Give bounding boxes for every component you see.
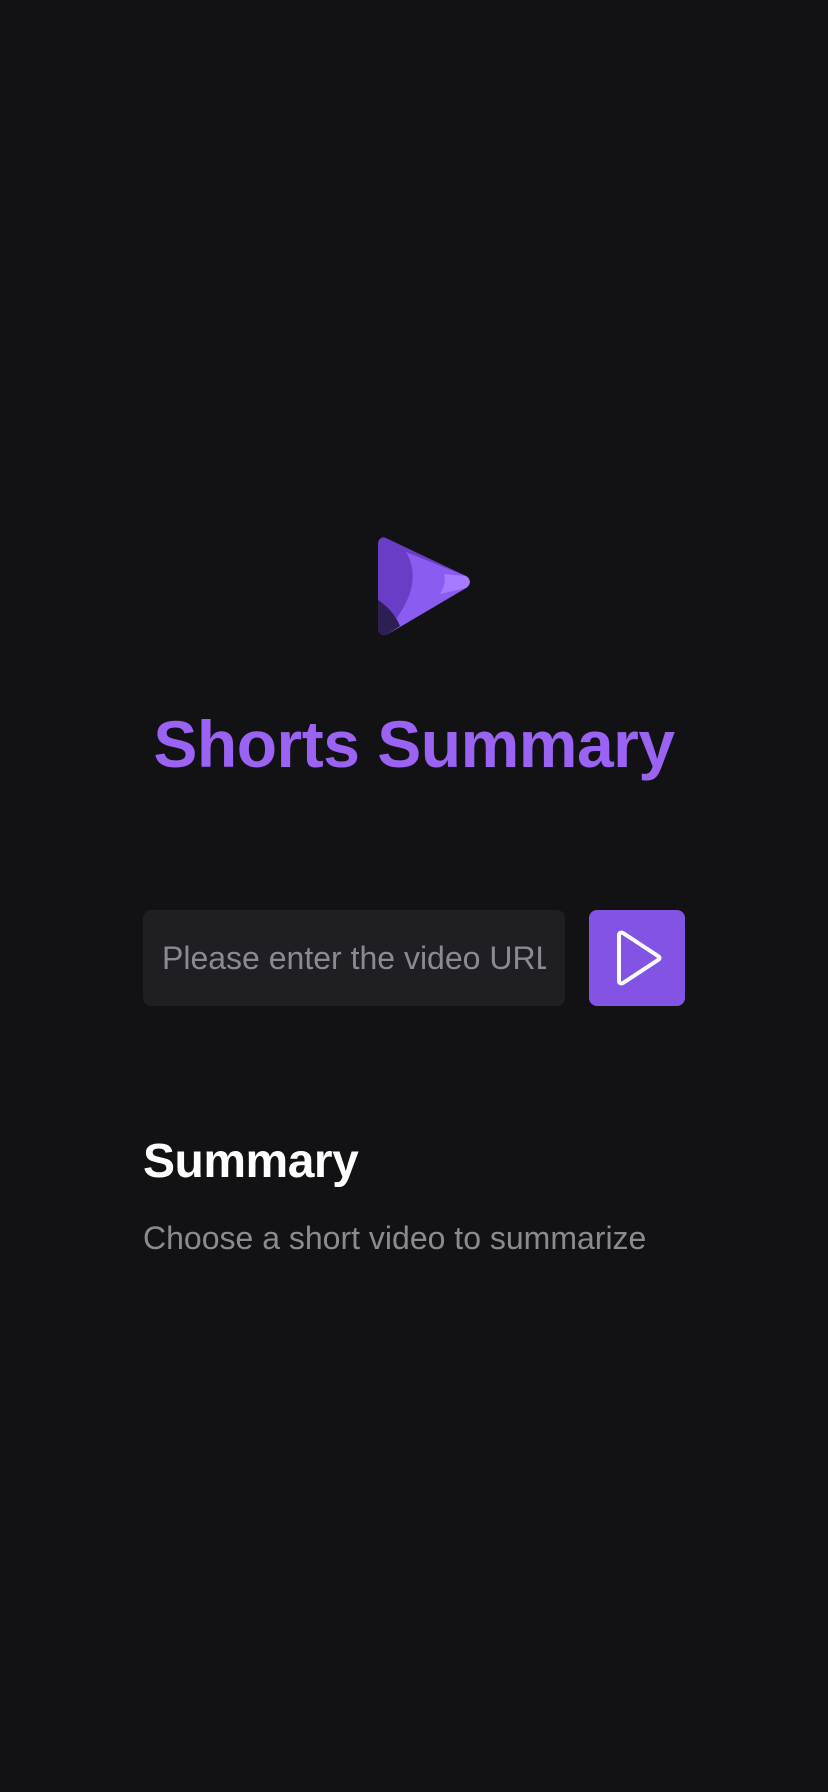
summary-heading: Summary bbox=[143, 1135, 359, 1188]
video-url-input[interactable] bbox=[143, 910, 565, 1006]
app-screen: Shorts Summary Summary Choose a short vi… bbox=[0, 0, 828, 1792]
play-icon bbox=[617, 930, 662, 986]
summarize-button[interactable] bbox=[589, 910, 685, 1006]
summary-placeholder-text: Choose a short video to summarize bbox=[143, 1220, 647, 1256]
app-title: Shorts Summary bbox=[153, 707, 675, 782]
video-play-logo-icon bbox=[378, 537, 470, 636]
